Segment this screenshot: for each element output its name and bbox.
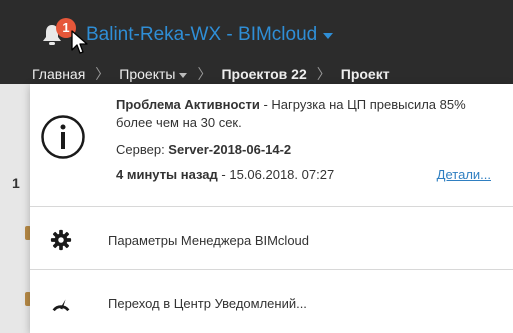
notification-time: 4 минуты назад - 15.06.2018. 07:27 xyxy=(116,166,334,184)
server-name: Balint-Reka-WX - BIMcloud xyxy=(86,24,318,45)
notification-message-block: Проблема Активности - Нагрузка на ЦП пре… xyxy=(116,96,501,132)
manager-settings-label: Параметры Менеджера BIMcloud xyxy=(108,232,310,248)
gear-icon xyxy=(50,229,72,251)
server-selector[interactable]: Balint-Reka-WX - BIMcloud xyxy=(86,24,334,46)
top-bar: 1 Balint-Reka-WX - BIMcloud Главная 〉 Пр… xyxy=(0,0,513,84)
timestamp: - 15.06.2018. 07:27 xyxy=(217,167,335,182)
time-ago: 4 минуты назад xyxy=(116,167,218,182)
chevron-down-icon xyxy=(323,33,334,39)
breadcrumb-projects-count[interactable]: Проектов 22 xyxy=(221,66,306,82)
notification-center-menu-item[interactable]: Переход в Центр Уведомлений... xyxy=(30,277,513,329)
notification-title: Проблема Активности xyxy=(116,97,260,112)
breadcrumb-home[interactable]: Главная xyxy=(32,66,85,82)
gauge-icon xyxy=(52,299,70,312)
notification-item: Проблема Активности - Нагрузка на ЦП пре… xyxy=(30,84,513,206)
manager-settings-menu-item[interactable]: Параметры Менеджера BIMcloud xyxy=(30,214,513,266)
background-row-number: 1 xyxy=(12,175,20,191)
details-link[interactable]: Детали... xyxy=(437,166,491,184)
notifications-button[interactable]: 1 xyxy=(38,18,76,48)
breadcrumb-project[interactable]: Проект xyxy=(341,66,390,82)
notifications-dropdown: Проблема Активности - Нагрузка на ЦП пре… xyxy=(30,84,513,333)
breadcrumb-separator-icon: 〉 xyxy=(197,66,212,82)
chevron-down-icon xyxy=(179,72,188,78)
divider xyxy=(30,269,513,270)
breadcrumb-separator-icon: 〉 xyxy=(95,66,110,82)
notification-time-row: 4 минуты назад - 15.06.2018. 07:27 Детал… xyxy=(116,166,491,184)
breadcrumb-projects[interactable]: Проекты xyxy=(119,66,188,82)
divider xyxy=(30,206,513,207)
breadcrumb-separator-icon: 〉 xyxy=(316,66,331,82)
mouse-cursor-icon xyxy=(71,30,88,54)
notification-server: Сервер: Server-2018-06-14-2 xyxy=(116,141,501,159)
notification-content: Проблема Активности - Нагрузка на ЦП пре… xyxy=(116,96,501,184)
server-label: Сервер: xyxy=(116,142,169,157)
notification-center-label: Переход в Центр Уведомлений... xyxy=(108,295,307,311)
server-value: Server-2018-06-14-2 xyxy=(168,142,292,157)
breadcrumb: Главная 〉 Проекты 〉 Проектов 22 〉 Проект xyxy=(32,64,390,84)
info-icon xyxy=(41,115,85,159)
